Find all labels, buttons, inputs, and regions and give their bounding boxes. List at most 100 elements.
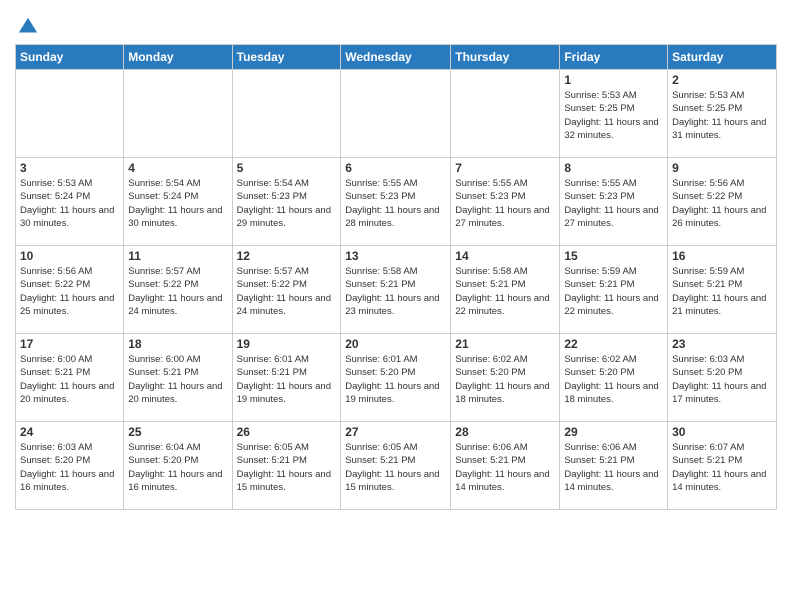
day-info: Sunrise: 5:54 AM Sunset: 5:24 PM Dayligh… <box>128 177 227 230</box>
day-cell: 9 Sunrise: 5:56 AM Sunset: 5:22 PM Daylig… <box>668 158 777 246</box>
day-info: Sunrise: 6:05 AM Sunset: 5:21 PM Dayligh… <box>345 441 446 494</box>
week-row-3: 10 Sunrise: 5:56 AM Sunset: 5:22 PM Dayli… <box>16 246 777 334</box>
day-cell: 1 Sunrise: 5:53 AM Sunset: 5:25 PM Daylig… <box>560 70 668 158</box>
col-header-thursday: Thursday <box>451 45 560 70</box>
day-info: Sunrise: 6:00 AM Sunset: 5:21 PM Dayligh… <box>20 353 119 406</box>
day-info: Sunrise: 5:59 AM Sunset: 5:21 PM Dayligh… <box>564 265 663 318</box>
day-number: 6 <box>345 161 446 175</box>
day-info: Sunrise: 6:03 AM Sunset: 5:20 PM Dayligh… <box>672 353 772 406</box>
day-number: 11 <box>128 249 227 263</box>
day-info: Sunrise: 5:54 AM Sunset: 5:23 PM Dayligh… <box>237 177 337 230</box>
week-row-2: 3 Sunrise: 5:53 AM Sunset: 5:24 PM Daylig… <box>16 158 777 246</box>
day-cell: 23 Sunrise: 6:03 AM Sunset: 5:20 PM Dayli… <box>668 334 777 422</box>
day-info: Sunrise: 6:07 AM Sunset: 5:21 PM Dayligh… <box>672 441 772 494</box>
day-number: 3 <box>20 161 119 175</box>
day-info: Sunrise: 5:53 AM Sunset: 5:24 PM Dayligh… <box>20 177 119 230</box>
day-info: Sunrise: 6:04 AM Sunset: 5:20 PM Dayligh… <box>128 441 227 494</box>
day-number: 18 <box>128 337 227 351</box>
week-row-4: 17 Sunrise: 6:00 AM Sunset: 5:21 PM Dayli… <box>16 334 777 422</box>
day-info: Sunrise: 6:05 AM Sunset: 5:21 PM Dayligh… <box>237 441 337 494</box>
day-info: Sunrise: 5:55 AM Sunset: 5:23 PM Dayligh… <box>455 177 555 230</box>
day-cell: 16 Sunrise: 5:59 AM Sunset: 5:21 PM Dayli… <box>668 246 777 334</box>
day-cell: 12 Sunrise: 5:57 AM Sunset: 5:22 PM Dayli… <box>232 246 341 334</box>
header <box>15 10 777 38</box>
day-cell: 3 Sunrise: 5:53 AM Sunset: 5:24 PM Daylig… <box>16 158 124 246</box>
day-info: Sunrise: 5:57 AM Sunset: 5:22 PM Dayligh… <box>128 265 227 318</box>
day-cell: 2Sunrise: 5:53 AM Sunset: 5:25 PM Daylig… <box>668 70 777 158</box>
day-cell <box>232 70 341 158</box>
day-number: 21 <box>455 337 555 351</box>
day-info: Sunrise: 5:57 AM Sunset: 5:22 PM Dayligh… <box>237 265 337 318</box>
day-number: 22 <box>564 337 663 351</box>
col-header-tuesday: Tuesday <box>232 45 341 70</box>
col-header-monday: Monday <box>124 45 232 70</box>
day-info: Sunrise: 5:59 AM Sunset: 5:21 PM Dayligh… <box>672 265 772 318</box>
day-cell <box>451 70 560 158</box>
day-info: Sunrise: 5:58 AM Sunset: 5:21 PM Dayligh… <box>455 265 555 318</box>
day-cell: 30Sunrise: 6:07 AM Sunset: 5:21 PM Dayli… <box>668 422 777 510</box>
day-cell: 25 Sunrise: 6:04 AM Sunset: 5:20 PM Dayli… <box>124 422 232 510</box>
day-cell: 5 Sunrise: 5:54 AM Sunset: 5:23 PM Daylig… <box>232 158 341 246</box>
day-info: Sunrise: 6:06 AM Sunset: 5:21 PM Dayligh… <box>455 441 555 494</box>
day-cell: 19 Sunrise: 6:01 AM Sunset: 5:21 PM Dayli… <box>232 334 341 422</box>
day-number: 10 <box>20 249 119 263</box>
day-number: 20 <box>345 337 446 351</box>
day-number: 5 <box>237 161 337 175</box>
day-cell: 18 Sunrise: 6:00 AM Sunset: 5:21 PM Dayli… <box>124 334 232 422</box>
day-number: 17 <box>20 337 119 351</box>
day-info: Sunrise: 6:00 AM Sunset: 5:21 PM Dayligh… <box>128 353 227 406</box>
day-info: Sunrise: 5:56 AM Sunset: 5:22 PM Dayligh… <box>672 177 772 230</box>
logo-text <box>15 16 39 38</box>
day-number: 27 <box>345 425 446 439</box>
day-cell: 26Sunrise: 6:05 AM Sunset: 5:21 PM Dayli… <box>232 422 341 510</box>
day-cell: 27 Sunrise: 6:05 AM Sunset: 5:21 PM Dayli… <box>341 422 451 510</box>
day-number: 15 <box>564 249 663 263</box>
day-cell: 21 Sunrise: 6:02 AM Sunset: 5:20 PM Dayli… <box>451 334 560 422</box>
day-number: 7 <box>455 161 555 175</box>
day-number: 24 <box>20 425 119 439</box>
day-cell <box>16 70 124 158</box>
day-cell: 28 Sunrise: 6:06 AM Sunset: 5:21 PM Dayli… <box>451 422 560 510</box>
day-number: 14 <box>455 249 555 263</box>
day-number: 23 <box>672 337 772 351</box>
week-row-1: 1 Sunrise: 5:53 AM Sunset: 5:25 PM Daylig… <box>16 70 777 158</box>
day-cell: 8 Sunrise: 5:55 AM Sunset: 5:23 PM Daylig… <box>560 158 668 246</box>
day-number: 28 <box>455 425 555 439</box>
day-number: 16 <box>672 249 772 263</box>
day-number: 1 <box>564 73 663 87</box>
day-cell: 6 Sunrise: 5:55 AM Sunset: 5:23 PM Daylig… <box>341 158 451 246</box>
day-number: 25 <box>128 425 227 439</box>
day-info: Sunrise: 5:56 AM Sunset: 5:22 PM Dayligh… <box>20 265 119 318</box>
day-cell <box>341 70 451 158</box>
day-number: 13 <box>345 249 446 263</box>
calendar: SundayMondayTuesdayWednesdayThursdayFrid… <box>15 44 777 510</box>
col-header-sunday: Sunday <box>16 45 124 70</box>
day-info: Sunrise: 6:03 AM Sunset: 5:20 PM Dayligh… <box>20 441 119 494</box>
col-header-friday: Friday <box>560 45 668 70</box>
logo-icon <box>17 16 39 38</box>
day-number: 8 <box>564 161 663 175</box>
day-number: 9 <box>672 161 772 175</box>
day-info: Sunrise: 5:53 AM Sunset: 5:25 PM Dayligh… <box>564 89 663 142</box>
day-info: Sunrise: 6:01 AM Sunset: 5:20 PM Dayligh… <box>345 353 446 406</box>
day-cell: 10 Sunrise: 5:56 AM Sunset: 5:22 PM Dayli… <box>16 246 124 334</box>
day-info: Sunrise: 5:58 AM Sunset: 5:21 PM Dayligh… <box>345 265 446 318</box>
col-header-wednesday: Wednesday <box>341 45 451 70</box>
day-number: 19 <box>237 337 337 351</box>
day-cell: 11 Sunrise: 5:57 AM Sunset: 5:22 PM Dayli… <box>124 246 232 334</box>
col-header-saturday: Saturday <box>668 45 777 70</box>
day-info: Sunrise: 5:55 AM Sunset: 5:23 PM Dayligh… <box>345 177 446 230</box>
day-info: Sunrise: 5:53 AM Sunset: 5:25 PM Dayligh… <box>672 89 772 142</box>
day-number: 29 <box>564 425 663 439</box>
day-cell: 29Sunrise: 6:06 AM Sunset: 5:21 PM Dayli… <box>560 422 668 510</box>
day-cell: 24 Sunrise: 6:03 AM Sunset: 5:20 PM Dayli… <box>16 422 124 510</box>
day-info: Sunrise: 5:55 AM Sunset: 5:23 PM Dayligh… <box>564 177 663 230</box>
day-cell: 17 Sunrise: 6:00 AM Sunset: 5:21 PM Dayli… <box>16 334 124 422</box>
day-number: 4 <box>128 161 227 175</box>
day-info: Sunrise: 6:02 AM Sunset: 5:20 PM Dayligh… <box>455 353 555 406</box>
day-cell: 14 Sunrise: 5:58 AM Sunset: 5:21 PM Dayli… <box>451 246 560 334</box>
day-info: Sunrise: 6:02 AM Sunset: 5:20 PM Dayligh… <box>564 353 663 406</box>
day-cell: 22 Sunrise: 6:02 AM Sunset: 5:20 PM Dayli… <box>560 334 668 422</box>
day-info: Sunrise: 6:01 AM Sunset: 5:21 PM Dayligh… <box>237 353 337 406</box>
day-number: 12 <box>237 249 337 263</box>
